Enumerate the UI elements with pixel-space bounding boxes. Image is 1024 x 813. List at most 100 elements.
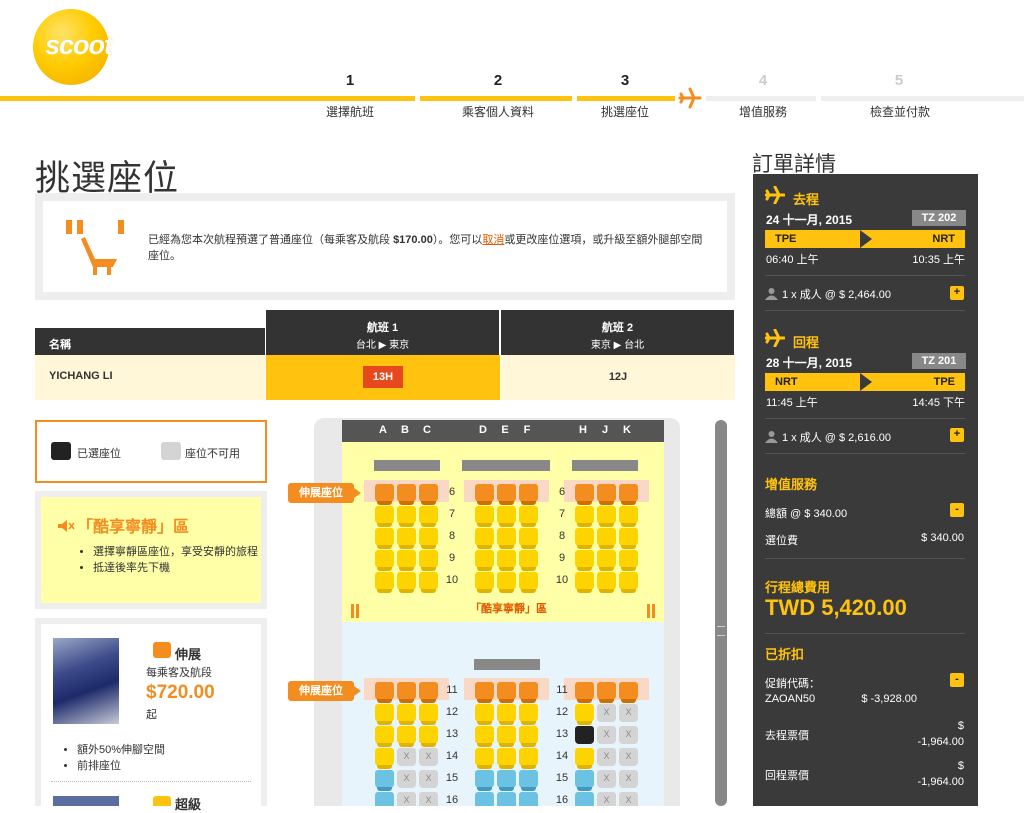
seat[interactable]: [419, 682, 438, 703]
seat[interactable]: [475, 550, 494, 571]
seat[interactable]: [375, 572, 394, 593]
seat[interactable]: [375, 682, 394, 703]
seat[interactable]: [475, 748, 494, 769]
cancel-seat-link[interactable]: 取消: [482, 234, 504, 246]
seat[interactable]: [375, 770, 394, 791]
seat[interactable]: [575, 484, 594, 505]
seat[interactable]: [597, 572, 616, 593]
seat[interactable]: [397, 682, 416, 703]
seat[interactable]: [375, 748, 394, 769]
seat[interactable]: [619, 506, 638, 527]
seat[interactable]: [475, 528, 494, 549]
seat[interactable]: [597, 682, 616, 703]
seat[interactable]: [497, 726, 516, 747]
step-2-label[interactable]: 乘客個人資料: [438, 103, 558, 120]
seat[interactable]: [375, 704, 394, 725]
scoot-logo[interactable]: scoot: [33, 6, 129, 86]
seat[interactable]: [597, 550, 616, 571]
seat[interactable]: [397, 704, 416, 725]
seat[interactable]: [519, 704, 538, 725]
seat[interactable]: [397, 484, 416, 505]
seat[interactable]: [497, 748, 516, 769]
seat[interactable]: [497, 484, 516, 505]
seat[interactable]: [519, 528, 538, 549]
seat[interactable]: [519, 726, 538, 747]
seat[interactable]: [419, 550, 438, 571]
seat[interactable]: [597, 506, 616, 527]
seat[interactable]: [475, 770, 494, 791]
seat[interactable]: [419, 484, 438, 505]
seat[interactable]: [419, 726, 438, 747]
seat[interactable]: [475, 506, 494, 527]
scroll-thumb[interactable]: [715, 420, 727, 806]
seat[interactable]: [497, 770, 516, 791]
seat[interactable]: [419, 704, 438, 725]
seat[interactable]: [497, 792, 516, 806]
seat[interactable]: [475, 484, 494, 505]
seat[interactable]: [375, 528, 394, 549]
seat[interactable]: [497, 550, 516, 571]
seat[interactable]: [419, 506, 438, 527]
seat[interactable]: [419, 572, 438, 593]
seat[interactable]: [597, 528, 616, 549]
seat[interactable]: [519, 550, 538, 571]
seat[interactable]: [475, 792, 494, 806]
seat[interactable]: [597, 484, 616, 505]
seat[interactable]: [619, 682, 638, 703]
seat[interactable]: [375, 550, 394, 571]
seat[interactable]: [497, 506, 516, 527]
seat[interactable]: [519, 484, 538, 505]
seat[interactable]: [475, 704, 494, 725]
outbound-fare-currency: $: [957, 720, 964, 732]
seat[interactable]: [575, 770, 594, 791]
seat[interactable]: [575, 704, 594, 725]
flight-1-header[interactable]: 航班 1 台北 ▶ 東京: [266, 310, 499, 355]
inbound-expand-button[interactable]: +: [950, 428, 964, 442]
addons-collapse-button[interactable]: -: [950, 503, 964, 517]
seat[interactable]: [397, 550, 416, 571]
seat[interactable]: [497, 572, 516, 593]
seat[interactable]: [519, 506, 538, 527]
seat[interactable]: [575, 572, 594, 593]
seat[interactable]: [375, 726, 394, 747]
seat[interactable]: [519, 792, 538, 806]
seat[interactable]: [619, 572, 638, 593]
flight-2-header[interactable]: 航班 2 東京 ▶ 台北: [501, 310, 734, 355]
seat[interactable]: [575, 506, 594, 527]
seat[interactable]: [575, 528, 594, 549]
seat[interactable]: [497, 682, 516, 703]
seat[interactable]: [375, 792, 394, 806]
seat[interactable]: [575, 748, 594, 769]
row-number: 15: [445, 772, 459, 784]
seat[interactable]: [575, 726, 594, 744]
seat[interactable]: [619, 484, 638, 505]
seat[interactable]: [575, 550, 594, 571]
seat-map-scrollbar[interactable]: [715, 420, 727, 806]
seat[interactable]: [397, 726, 416, 747]
flight-1-seat-cell[interactable]: 13H: [266, 355, 500, 400]
seat[interactable]: [575, 682, 594, 703]
seat[interactable]: [519, 770, 538, 791]
seat[interactable]: [419, 528, 438, 549]
seat[interactable]: [397, 506, 416, 527]
seat[interactable]: [397, 572, 416, 593]
seat[interactable]: [475, 682, 494, 703]
seat[interactable]: [397, 528, 416, 549]
seat[interactable]: [619, 528, 638, 549]
seat[interactable]: [375, 506, 394, 527]
seat[interactable]: [375, 484, 394, 505]
seat[interactable]: [519, 572, 538, 593]
seat[interactable]: [575, 792, 594, 806]
flight-2-seat-cell[interactable]: 12J: [501, 355, 735, 400]
seat[interactable]: [497, 704, 516, 725]
step-1-label[interactable]: 選擇航班: [290, 103, 410, 120]
seat[interactable]: [619, 550, 638, 571]
outbound-expand-button[interactable]: +: [950, 286, 964, 300]
seat[interactable]: [519, 748, 538, 769]
seat[interactable]: [475, 572, 494, 593]
seat[interactable]: [497, 528, 516, 549]
info-text-part-2: ）。您可以: [432, 234, 483, 246]
seat[interactable]: [475, 726, 494, 747]
discount-collapse-button[interactable]: -: [950, 673, 964, 687]
seat[interactable]: [519, 682, 538, 703]
